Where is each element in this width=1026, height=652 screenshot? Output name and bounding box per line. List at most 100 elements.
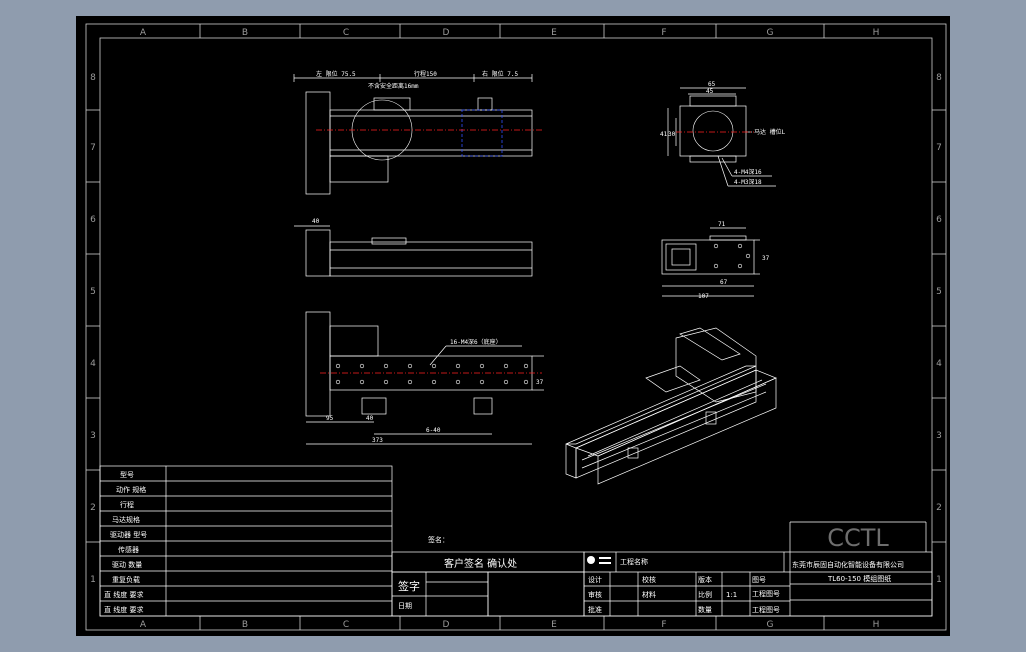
version-label: 版本 [698,575,712,584]
date-field-label: 日期 [398,602,412,610]
dim-95: 95 [326,415,334,422]
row-label: 5 [90,287,96,297]
end-view: 65 45 41 30 马达 槽位L 4-M4深16 4-M3深18 [660,81,786,187]
row-label: 8 [90,73,96,83]
dim-40-side: 40 [312,218,320,225]
approve-label: 批准 [588,605,602,614]
dim-37-section: 37 [762,255,770,262]
field-straightness: 直 线度 要求 [104,590,143,599]
field-repeat-load: 重复负载 [112,575,140,584]
col-label: D [443,28,450,38]
dim-left-limit: 左 限位 75.5 [316,70,356,78]
side-view: 40 [294,218,533,277]
company-name: 东莞市辰固自动化智能设备有限公司 [792,560,904,569]
note-m4: 4-M4深16 [734,168,762,176]
scale-value: 1:1 [726,591,737,599]
dim-45: 45 [706,88,714,95]
material-label: 材料 [642,590,656,599]
field-straightness-2: 直 线度 要求 [104,605,143,614]
safety-note: 不含安全距离16mm [368,82,419,90]
sign-input[interactable] [426,582,488,616]
sign-field-label: 签字 [398,579,420,593]
dim-65: 65 [708,81,716,88]
dim-6x40: 6-40 [426,427,441,434]
field-motor-spec: 马达规格 [112,515,140,524]
scale-label: 比例 [698,590,712,599]
logo-mark [587,556,611,564]
dim-overall-length: 373 [372,437,383,444]
dim-height-37: 37 [536,379,544,386]
col-label: B [242,620,248,630]
col-label: D [443,620,450,630]
row-labels-right: 8 7 6 5 4 3 2 1 [936,73,942,585]
field-stroke: 行程 [120,500,134,509]
top-view: 左 限位 75.5 行程150 右 限位 7.5 不含安全距离16mm [293,70,542,195]
dim-71: 71 [718,221,726,228]
field-action-spec: 动作 规格 [116,485,146,494]
field-model: 型号 [120,470,134,479]
quantity-label: 数量 [698,605,712,614]
field-drive-qty: 驱动 数量 [112,560,142,569]
note-motor-slot: 马达 槽位L [754,128,786,136]
product-name: TL60-150 模组图纸 [827,574,891,583]
drawing-viewport[interactable]: A B C D E F G H A B C D E F G H 8 7 6 5 … [76,16,950,636]
col-label: H [873,620,880,630]
review-label: 审核 [588,590,602,599]
isometric-view [565,327,777,485]
field-sensor: 传感器 [118,545,139,554]
dim-stroke: 行程150 [414,70,437,78]
title-block-left-labels: 型号 动作 规格 行程 马达规格 驱动器 型号 传感器 驱动 数量 重复负载 直… [104,470,147,614]
dim-30: 30 [668,131,676,138]
company-logo: CCTL [827,524,889,552]
row-label: 3 [936,431,942,441]
row-labels-left: 8 7 6 5 4 3 2 1 [90,73,96,585]
row-label: 6 [90,215,96,225]
column-labels-top: A B C D E F G H [140,28,879,38]
row-label: 2 [936,503,942,513]
col-label: A [140,620,147,630]
drawing-frame [85,23,947,631]
bottom-view: 16-M4深6（底座） 95 40 6-40 373 37 [305,311,544,445]
col-label: C [343,28,349,38]
design-label: 设计 [588,575,602,584]
dim-107: 107 [698,293,709,300]
check-label: 校核 [642,575,656,584]
col-label: G [767,620,774,630]
row-label: 6 [936,215,942,225]
dim-right-limit: 右 限位 7.5 [482,70,518,78]
col-label: G [767,28,774,38]
section-view: 71 67 107 37 [661,221,770,300]
column-labels-bottom: A B C D E F G H [140,620,879,630]
row-label: 8 [936,73,942,83]
row-label: 1 [936,575,942,585]
dim-40-bottom: 40 [366,415,374,422]
col-label: E [551,28,557,38]
project-label: 工程名称 [620,557,648,566]
row-label: 3 [90,431,96,441]
sheet-no-2: 工程图号 [752,605,780,614]
col-label: E [551,620,557,630]
row-label: 7 [936,143,942,153]
dim-67: 67 [720,279,728,286]
row-label: 4 [936,359,942,369]
drawing-no-label: 图号 [752,576,766,584]
col-label: C [343,620,349,630]
col-label: H [873,28,880,38]
col-label: F [661,620,666,630]
row-label: 2 [90,503,96,513]
row-label: 1 [90,575,96,585]
note-m3: 4-M3深18 [734,178,762,186]
sign-label: 签名： [428,535,449,544]
col-label: B [242,28,248,38]
cad-drawing: A B C D E F G H A B C D E F G H 8 7 6 5 … [85,23,947,631]
field-driver-model: 驱动器 型号 [110,530,147,539]
col-label: A [140,28,147,38]
row-label: 4 [90,359,96,369]
sheet-no-1: 工程图号 [752,589,780,598]
row-label: 7 [90,143,96,153]
col-label: F [661,28,666,38]
customer-confirm-title: 客户签名 确认处 [444,557,517,570]
hole-note: 16-M4深6（底座） [450,338,502,346]
row-label: 5 [936,287,942,297]
dim-41: 41 [660,131,668,138]
